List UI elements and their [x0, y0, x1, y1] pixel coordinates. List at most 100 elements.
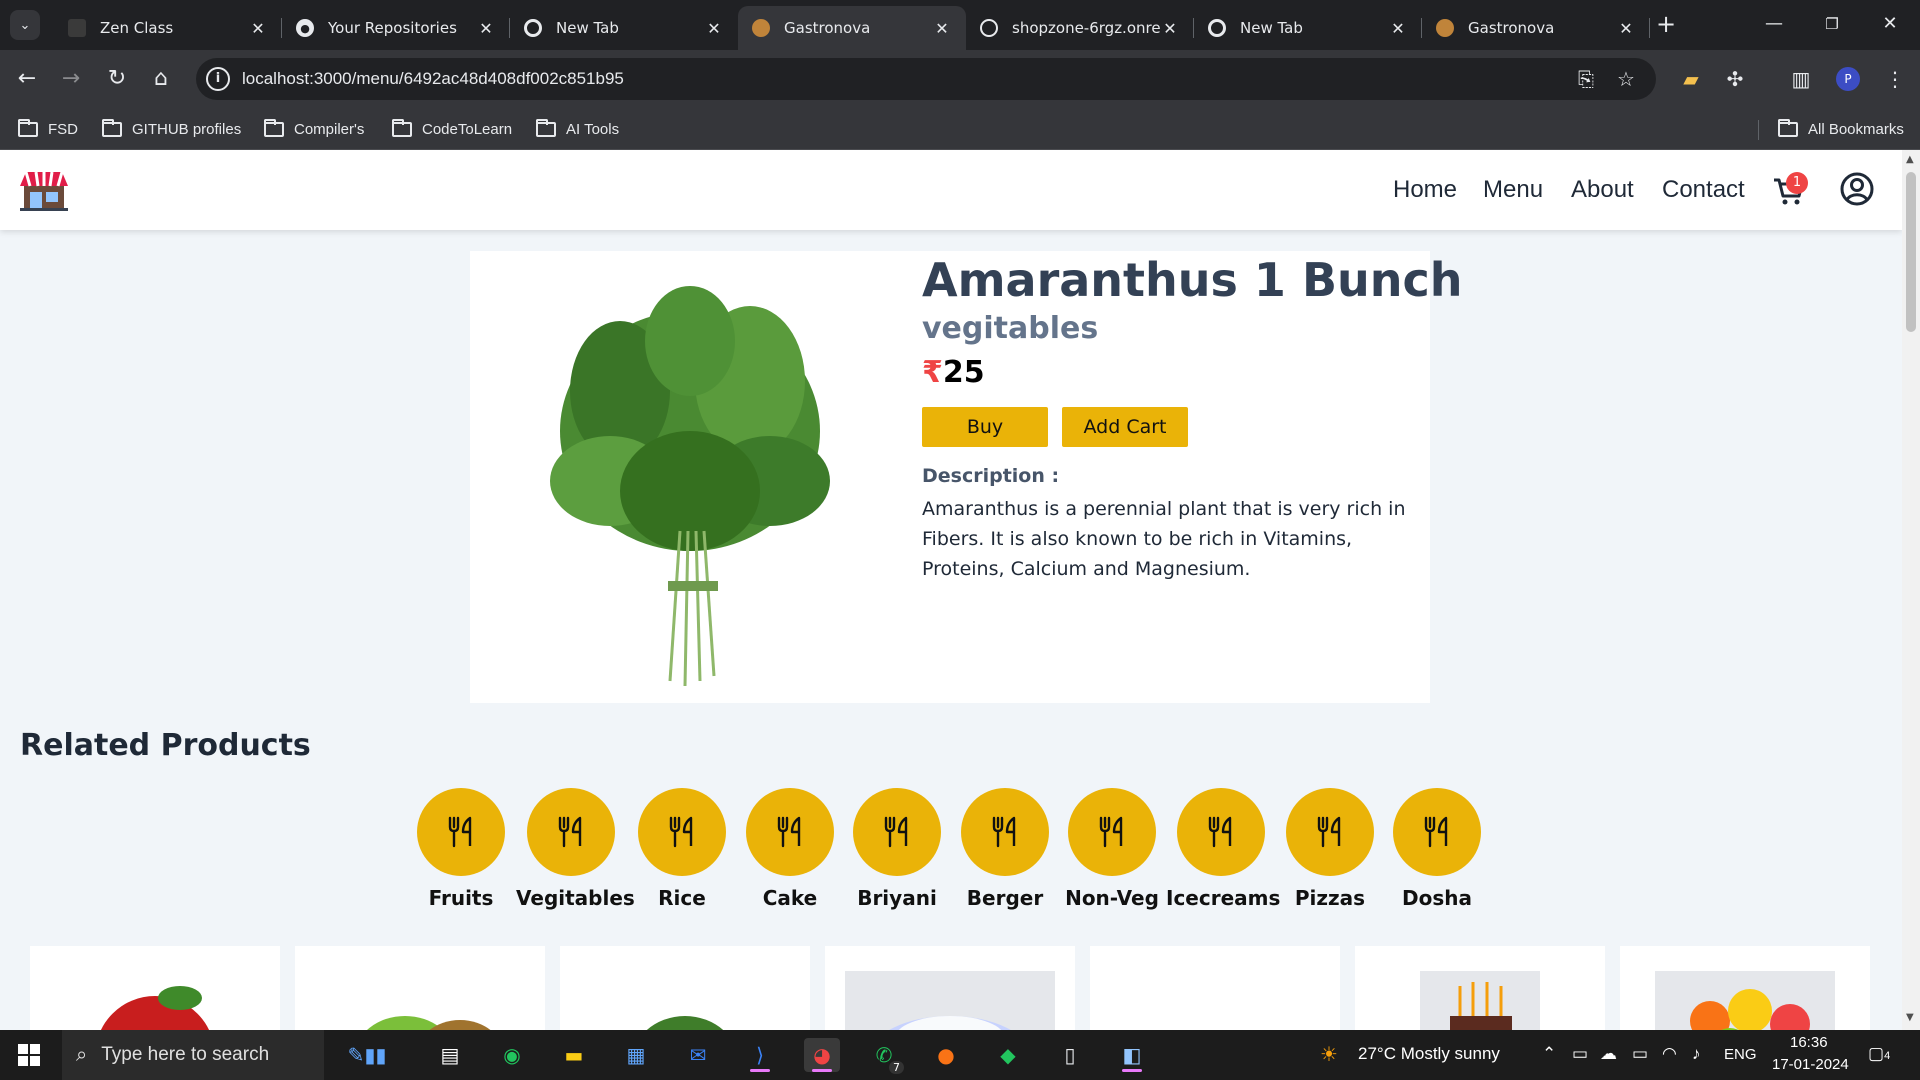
folder-extension-icon[interactable]: ▰: [1676, 64, 1706, 94]
tab-shopzone[interactable]: shopzone-6rgz.onrender ✕: [966, 6, 1194, 50]
vscode-icon[interactable]: ⟩: [742, 1038, 778, 1072]
category-dosha[interactable]: Dosha: [1382, 788, 1492, 910]
reload-button[interactable]: ↻: [102, 64, 132, 94]
category-icecreams[interactable]: Icecreams: [1166, 788, 1280, 910]
bookmark-folder-fsd[interactable]: FSD: [18, 118, 78, 140]
product-card-amaranthus[interactable]: [560, 946, 810, 1030]
category-rice[interactable]: Rice: [627, 788, 737, 910]
wifi-icon[interactable]: ◠: [1662, 1044, 1677, 1064]
bookmark-folder-ai-tools[interactable]: AI Tools: [536, 118, 619, 140]
category-berger[interactable]: Berger: [950, 788, 1060, 910]
nav-home[interactable]: Home: [1393, 176, 1457, 204]
bookmark-folder-github-profiles[interactable]: GITHUB profiles: [102, 118, 241, 140]
scroll-down-arrow[interactable]: ▼: [1906, 1012, 1914, 1023]
tab-your-repositories[interactable]: ● Your Repositories ✕: [282, 6, 510, 50]
close-icon[interactable]: ✕: [476, 19, 496, 38]
close-icon[interactable]: ✕: [1616, 19, 1636, 38]
new-tab-button[interactable]: +: [1652, 10, 1680, 38]
category-non-veg[interactable]: Non-Veg: [1057, 788, 1167, 910]
microsoft-store-icon[interactable]: ▦: [618, 1038, 654, 1072]
category-circle[interactable]: [527, 788, 615, 876]
nav-contact[interactable]: Contact: [1662, 176, 1745, 204]
document-icon[interactable]: ▯: [1052, 1038, 1088, 1072]
close-icon[interactable]: ✕: [704, 19, 724, 38]
widgets-app-icon[interactable]: ✎▮▮: [332, 1038, 402, 1072]
tab-new-tab-2[interactable]: New Tab ✕: [1194, 6, 1422, 50]
store-logo-icon[interactable]: [18, 168, 70, 212]
tab-zen-class[interactable]: Zen Class ✕: [54, 6, 282, 50]
side-panel-icon[interactable]: ▥: [1786, 64, 1816, 94]
category-fruits[interactable]: Fruits: [406, 788, 516, 910]
restore-button[interactable]: ❐: [1804, 6, 1860, 42]
notifications-icon[interactable]: ▢4: [1868, 1044, 1890, 1064]
category-circle[interactable]: [1286, 788, 1374, 876]
clock-time[interactable]: 16:36: [1790, 1034, 1828, 1051]
chrome-taskbar-icon[interactable]: ◕: [804, 1038, 840, 1072]
category-circle[interactable]: [1393, 788, 1481, 876]
nav-about[interactable]: About: [1571, 176, 1634, 204]
bookmark-folder-compilers[interactable]: Compiler's: [264, 118, 364, 140]
all-bookmarks-button[interactable]: All Bookmarks: [1778, 118, 1904, 140]
scrollbar-thumb[interactable]: [1906, 172, 1916, 332]
scroll-up-arrow[interactable]: ▲: [1906, 154, 1914, 165]
category-pizzas[interactable]: Pizzas: [1275, 788, 1385, 910]
taskbar-search-box[interactable]: ⌕ Type here to search: [62, 1030, 324, 1080]
product-card-cake[interactable]: [1355, 946, 1605, 1030]
bookmark-star-icon[interactable]: ☆: [1614, 67, 1638, 91]
edge-icon[interactable]: ◉: [494, 1038, 530, 1072]
task-view-icon[interactable]: ▤: [432, 1038, 468, 1072]
product-card-flowers[interactable]: [1620, 946, 1870, 1030]
weather-icon[interactable]: ☀: [1320, 1042, 1338, 1067]
notes-app-icon[interactable]: ◧: [1114, 1038, 1150, 1072]
clock-date[interactable]: 17-01-2024: [1772, 1056, 1849, 1073]
install-app-icon[interactable]: ⎘: [1574, 67, 1598, 91]
product-card-kiwi[interactable]: [295, 946, 545, 1030]
whatsapp-icon[interactable]: ✆ 7: [866, 1038, 904, 1074]
page-scrollbar[interactable]: ▲ ▼: [1902, 150, 1920, 1030]
address-bar[interactable]: i localhost:3000/menu/6492ac48d408df002c…: [196, 58, 1656, 100]
close-icon[interactable]: ✕: [932, 19, 952, 38]
close-icon[interactable]: ✕: [1160, 19, 1180, 38]
buy-button[interactable]: Buy: [922, 407, 1048, 447]
product-card-rice[interactable]: [825, 946, 1075, 1030]
windows-start-icon[interactable]: [18, 1044, 40, 1066]
home-button[interactable]: ⌂: [146, 64, 176, 94]
minimize-button[interactable]: —: [1746, 6, 1802, 42]
site-info-icon[interactable]: i: [206, 67, 230, 91]
more-menu-icon[interactable]: ⋮: [1880, 64, 1910, 94]
back-button[interactable]: ←: [12, 64, 42, 94]
tab-new-tab[interactable]: New Tab ✕: [510, 6, 738, 50]
category-briyani[interactable]: Briyani: [842, 788, 952, 910]
nav-menu[interactable]: Menu: [1483, 176, 1543, 204]
volume-icon[interactable]: ♪: [1692, 1044, 1701, 1064]
tab-gastronova-2[interactable]: Gastronova ✕: [1422, 6, 1650, 50]
battery-icon[interactable]: ▭: [1632, 1044, 1648, 1064]
category-cake[interactable]: Cake: [735, 788, 845, 910]
product-card-apple[interactable]: [30, 946, 280, 1030]
extensions-icon[interactable]: ✣: [1720, 64, 1750, 94]
device-icon[interactable]: ▭: [1572, 1044, 1588, 1064]
close-icon[interactable]: ✕: [1388, 19, 1408, 38]
category-circle[interactable]: [417, 788, 505, 876]
language-indicator[interactable]: ENG: [1724, 1046, 1757, 1063]
category-vegitables[interactable]: Vegitables: [516, 788, 635, 910]
bookmark-folder-codetolearn[interactable]: CodeToLearn: [392, 118, 512, 140]
forward-button[interactable]: →: [56, 64, 86, 94]
profile-avatar[interactable]: P: [1836, 67, 1860, 91]
url-text[interactable]: localhost:3000/menu/6492ac48d408df002c85…: [242, 69, 624, 89]
show-hidden-icons[interactable]: ⌃: [1542, 1044, 1556, 1064]
mail-icon[interactable]: ✉: [680, 1038, 716, 1072]
product-card-greens[interactable]: [1090, 946, 1340, 1030]
category-circle[interactable]: [638, 788, 726, 876]
category-circle[interactable]: [1068, 788, 1156, 876]
close-window-button[interactable]: ✕: [1862, 6, 1918, 42]
user-account-icon[interactable]: [1840, 172, 1874, 206]
onedrive-icon[interactable]: ☁: [1600, 1044, 1617, 1064]
mongodb-icon[interactable]: ◆: [990, 1038, 1026, 1072]
tab-gastronova-active[interactable]: Gastronova ✕: [738, 6, 966, 50]
category-circle[interactable]: [1177, 788, 1265, 876]
tab-search-button[interactable]: ⌄: [10, 10, 40, 40]
postman-icon[interactable]: ●: [928, 1038, 964, 1072]
category-circle[interactable]: [961, 788, 1049, 876]
file-explorer-icon[interactable]: ▬: [556, 1038, 592, 1072]
